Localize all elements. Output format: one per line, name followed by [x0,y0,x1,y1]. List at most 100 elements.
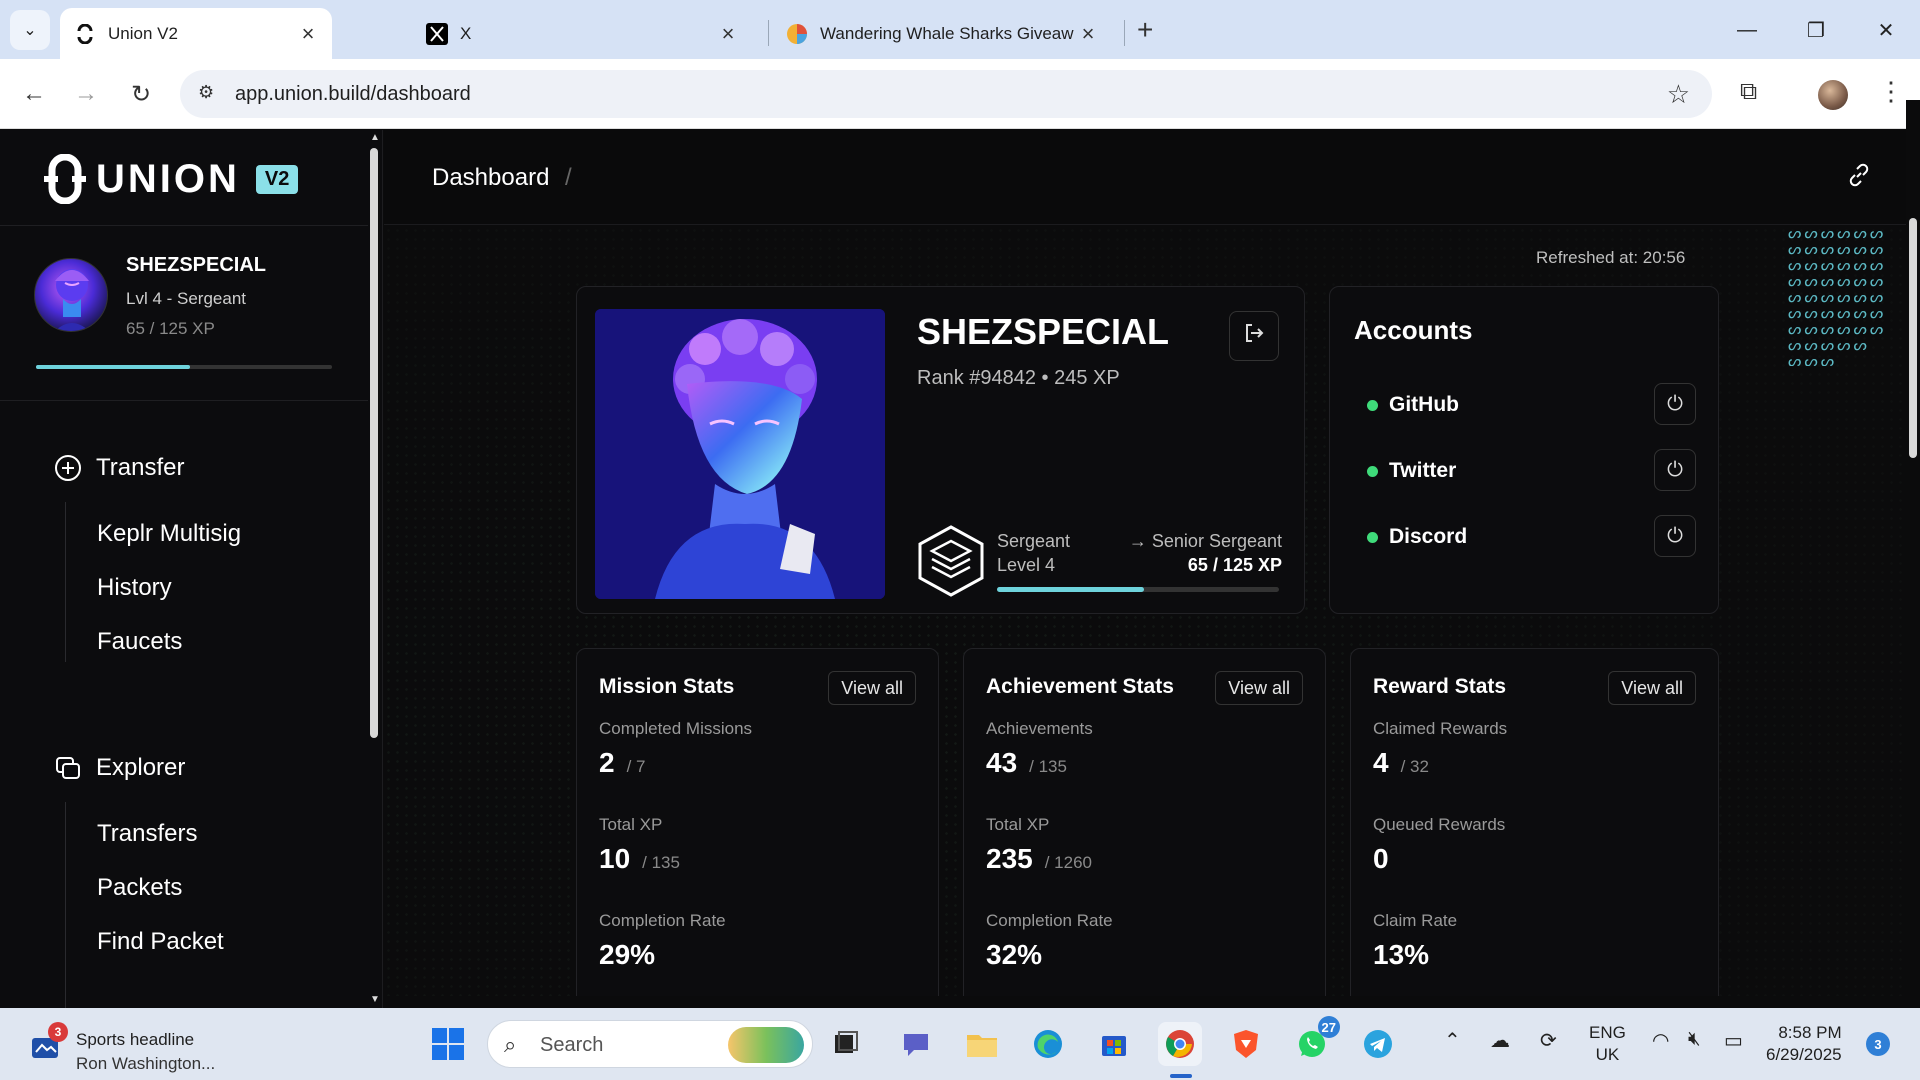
extensions-icon[interactable]: ⧉ [1740,78,1757,106]
sync-icon[interactable]: ⟳ [1540,1028,1557,1053]
sidebar-scrollbar-thumb[interactable] [370,148,378,738]
sidebar: UNION V2 SHEZSPECIAL Lvl 4 - Sergeant 65… [0,130,383,1008]
view-all-button[interactable]: View all [1215,671,1303,705]
file-explorer-icon[interactable] [960,1022,1004,1066]
url-omnibox[interactable]: ⚙ app.union.build/dashboard ☆ [180,70,1712,118]
taskbar-search[interactable]: ⌕ Search [487,1020,813,1068]
whatsapp-icon[interactable]: 27 [1290,1016,1340,1066]
tab-search-button[interactable]: ⌄ [10,10,50,50]
power-icon: ⏻ [1667,524,1683,547]
task-view-icon[interactable] [824,1022,868,1066]
nav-group-transfer[interactable]: Transfer [52,452,184,484]
nav-item-find-packet[interactable]: Find Packet [97,928,224,956]
bookmark-star-icon[interactable]: ☆ [1667,79,1690,110]
tab-union[interactable]: Union V2 × [60,8,332,59]
topbar: Dashboard / [384,130,1920,225]
search-icon: ⌕ [504,1032,517,1057]
rank-xp: 65 / 125 XP [1187,555,1282,575]
url-text[interactable]: app.union.build/dashboard [235,83,471,106]
breadcrumb-dashboard[interactable]: Dashboard [432,164,549,192]
disconnect-button[interactable]: ⏻ [1654,383,1696,425]
profile-name: SHEZSPECIAL [917,311,1170,352]
nav-item-keplr-multisig[interactable]: Keplr Multisig [97,520,241,548]
disconnect-button[interactable]: ⏻ [1654,515,1696,557]
breadcrumb-separator: / [565,164,572,191]
power-icon: ⏻ [1667,458,1683,481]
logout-button[interactable] [1229,311,1279,361]
stat-card-title: Mission Stats [599,675,735,698]
status-dot [1367,532,1378,543]
reload-button[interactable]: ↻ [121,74,161,114]
nav-item-packets[interactable]: Packets [97,874,182,902]
profile-avatar[interactable] [1818,80,1848,110]
tab-divider [1124,20,1125,46]
horizontal-scrollbar[interactable] [384,996,1906,1008]
divider [0,400,368,401]
battery-icon[interactable]: ▭ [1724,1028,1743,1053]
forward-button[interactable]: → [66,74,106,114]
stat-value: 4/ 32 [1373,747,1429,778]
disconnect-button[interactable]: ⏻ [1654,449,1696,491]
nav-tree-line [65,502,66,662]
volume-muted-icon[interactable]: 🔇︎ [1688,1028,1701,1051]
chat-app-icon[interactable] [894,1022,938,1066]
page-scrollbar-thumb[interactable] [1909,218,1917,458]
scroll-up-arrow-icon[interactable]: ▲ [370,132,380,143]
nav-group-explorer[interactable]: Explorer [52,752,185,784]
brave-browser-icon[interactable] [1224,1022,1268,1066]
onedrive-icon[interactable]: ☁ [1490,1028,1510,1053]
search-placeholder: Search [540,1034,604,1056]
new-tab-button[interactable]: + [1137,14,1153,46]
back-button[interactable]: ← [14,74,54,114]
close-icon[interactable]: × [718,21,738,47]
minimize-button[interactable]: — [1727,10,1767,50]
nav-item-history[interactable]: History [97,574,172,602]
language-indicator[interactable]: ENG UK [1589,1022,1626,1066]
close-icon[interactable]: × [298,21,318,47]
clock-time: 8:58 PM [1778,1023,1842,1042]
tab-x[interactable]: X × [412,8,752,59]
tab-giveaway[interactable]: Wandering Whale Sharks Giveaw × [772,8,1112,59]
microsoft-store-icon[interactable] [1092,1022,1136,1066]
close-window-button[interactable]: ✕ [1866,10,1906,50]
logout-icon [1243,322,1265,350]
page-scrollbar[interactable] [1906,100,1920,1010]
sidebar-scrollbar[interactable] [370,140,378,740]
union-app: UNION V2 SHEZSPECIAL Lvl 4 - Sergeant 65… [0,130,1920,1008]
telegram-icon[interactable] [1356,1022,1400,1066]
copy-link-icon[interactable] [1846,162,1872,195]
status-dot [1367,466,1378,477]
close-icon[interactable]: × [1078,21,1098,47]
wifi-icon[interactable]: ◠ [1652,1028,1669,1053]
browser-tabbar: ⌄ Union V2 × X × Wandering Whale Sharks … [0,0,1920,59]
stat-value: 32% [986,939,1043,970]
clock[interactable]: 8:58 PM 6/29/2025 [1766,1022,1842,1066]
view-all-button[interactable]: View all [1608,671,1696,705]
chrome-icon[interactable] [1158,1022,1202,1066]
notification-badge[interactable]: 3 [1866,1032,1890,1056]
site-settings-icon[interactable]: ⚙ [198,82,214,103]
restore-button[interactable]: ❐ [1796,10,1836,50]
search-highlight-image [728,1027,804,1063]
nav-tree-line [65,802,66,1008]
nav-item-transfers[interactable]: Transfers [97,820,197,848]
menu-kebab-icon[interactable]: ⋮ [1878,76,1904,107]
union-logo[interactable]: UNION V2 [40,153,299,205]
start-button[interactable] [426,1022,470,1066]
user-xp: 65 / 125 XP [126,319,215,338]
main-area: Dashboard / ᔕᔕᔕᔕᔕᔕ ᔕᔕᔕᔕᔕᔕ ᔕᔕᔕᔕᔕᔕ ᔕᔕᔕᔕᔕᔕ … [384,130,1920,1008]
x-logo-icon [426,22,448,45]
nav-item-faucets[interactable]: Faucets [97,628,182,656]
accounts-title: Accounts [1354,315,1473,345]
stat-value: 235/ 1260 [986,843,1092,874]
explorer-icon [52,752,84,784]
stat-label: Total XP [599,815,663,834]
stat-value: 2/ 7 [599,747,646,778]
union-favicon-icon [74,23,96,45]
show-hidden-icons-chevron-icon[interactable]: ⌃ [1444,1028,1461,1053]
edge-browser-icon[interactable] [1026,1022,1070,1066]
stat-value: 13% [1373,939,1430,970]
view-all-button[interactable]: View all [828,671,916,705]
scroll-down-arrow-icon[interactable]: ▼ [370,994,380,1005]
user-avatar[interactable] [34,258,108,332]
